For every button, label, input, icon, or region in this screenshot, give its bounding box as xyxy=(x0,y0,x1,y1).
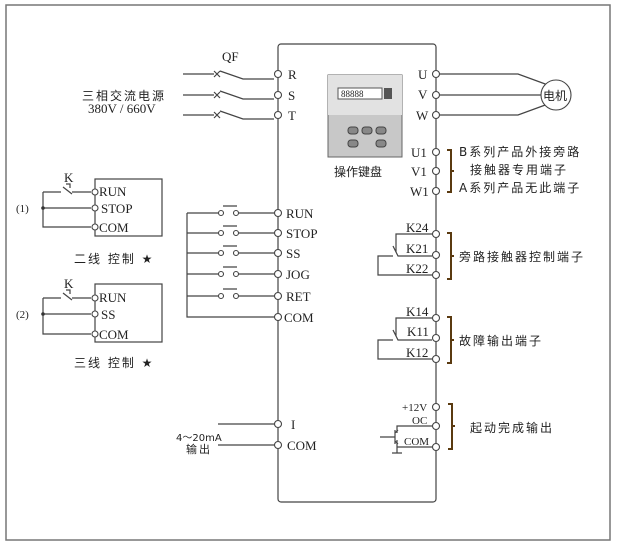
note-line-1: B系列产品外接旁路 xyxy=(459,144,581,159)
terminal-w: W xyxy=(416,108,429,123)
terminal-stop: STOP xyxy=(286,226,318,241)
terminal-v: V xyxy=(418,87,428,102)
control-inputs: RUN STOP SS JOG RET COM xyxy=(186,205,318,325)
terminal-k21: K21 xyxy=(406,241,428,256)
motor-label: 电机 xyxy=(543,89,567,103)
terminal-u: U xyxy=(418,67,428,82)
three-wire-com: COM xyxy=(99,327,129,342)
two-wire-com: COM xyxy=(99,220,129,235)
terminal-ret: RET xyxy=(286,289,311,304)
three-wire-control: K (2) RUN SS COM 三线 控制 ★ xyxy=(16,276,163,370)
three-wire-ss: SS xyxy=(101,307,115,322)
terminal-12v: +12V xyxy=(402,402,427,414)
analog-output-label: 输出 xyxy=(186,442,212,456)
terminal-r: R xyxy=(288,67,297,82)
terminal-k11: K11 xyxy=(407,324,429,339)
terminal-run: RUN xyxy=(286,206,314,221)
terminal-k14: K14 xyxy=(406,304,429,319)
terminal-oc: OC xyxy=(412,415,427,427)
keypad: 88888 操作键盘 xyxy=(327,74,403,179)
terminal-t: T xyxy=(288,108,296,123)
terminal-com-oc: COM xyxy=(404,436,429,448)
note-line-3: A系列产品无此端子 xyxy=(459,181,581,195)
two-wire-run: RUN xyxy=(99,184,127,199)
start-output: +12V OC COM 起动完成输出 xyxy=(380,402,554,454)
bypass-relay-label: 旁路接触器控制端子 xyxy=(459,249,585,264)
switch-k-label: K xyxy=(64,170,74,185)
voltage-label: 380V / 660V xyxy=(88,101,156,116)
terminal-i: I xyxy=(291,417,295,432)
note-line-2: 接触器专用端子 xyxy=(470,162,568,177)
terminal-jog: JOG xyxy=(286,267,310,282)
start-output-label: 起动完成输出 xyxy=(470,420,554,435)
terminal-k12: K12 xyxy=(406,345,428,360)
analog-output: I COM 4～20mA 输出 xyxy=(176,417,317,456)
terminal-com-analog: COM xyxy=(287,438,317,453)
fault-relay: K14 K11 K12 故障输出端子 xyxy=(377,304,543,364)
terminal-ss: SS xyxy=(286,246,300,261)
wiring-diagram: QF 三相交流电源 380V / 660V R S T 88888 操作键盘 电… xyxy=(5,4,611,541)
fault-relay-label: 故障输出端子 xyxy=(459,333,543,348)
terminal-s: S xyxy=(288,88,295,103)
two-wire-control: K (1) RUN STOP COM 二线 控制 ★ xyxy=(16,170,163,266)
bypass-terminals: U1 V1 W1 B系列产品外接旁路 接触器专用端子 A系列产品无此端子 xyxy=(410,144,581,199)
two-wire-caption: 二线 控制 ★ xyxy=(74,252,154,266)
two-wire-stop: STOP xyxy=(101,201,133,216)
terminal-v1: V1 xyxy=(411,164,427,179)
terminal-k22: K22 xyxy=(406,261,428,276)
breaker-label: QF xyxy=(222,49,239,64)
three-wire-run: RUN xyxy=(99,290,127,305)
bypass-relay: K24 K21 K22 旁路接触器控制端子 xyxy=(377,220,585,280)
terminal-k24: K24 xyxy=(406,220,429,235)
switch-k-label-2: K xyxy=(64,276,74,291)
marker-2: (2) xyxy=(16,309,29,321)
terminal-w1: W1 xyxy=(410,184,429,199)
marker-1: (1) xyxy=(16,203,29,215)
keypad-display: 88888 xyxy=(341,89,364,99)
three-wire-caption: 三线 控制 ★ xyxy=(74,356,154,370)
power-input: QF 三相交流电源 380V / 660V R S T xyxy=(82,49,297,123)
motor-output: 电机 U V W xyxy=(416,67,572,123)
terminal-u1: U1 xyxy=(411,145,427,160)
keypad-label: 操作键盘 xyxy=(334,164,382,179)
terminal-com: COM xyxy=(284,310,314,325)
